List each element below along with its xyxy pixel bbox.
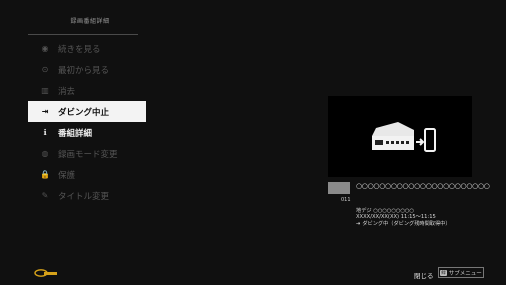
menu-item-record-mode[interactable]: ◍ 録画モード変更 <box>28 143 146 164</box>
menu-item-protect[interactable]: 🔒 保護 <box>28 164 146 185</box>
menu-item-label: ダビング中止 <box>58 107 110 118</box>
program-preview <box>328 96 472 177</box>
dubbing-status-text: ダビング中（ダビング残時間取得中） <box>362 220 451 227</box>
play-from-start-icon: ⊙ <box>41 65 49 74</box>
record-mode-icon: ◍ <box>41 149 49 158</box>
menu-item-delete[interactable]: ▥ 消去 <box>28 80 146 101</box>
menu-item-play-from-start[interactable]: ⊙ 最初から見る <box>28 59 146 80</box>
program-thumbnail <box>328 182 350 194</box>
info-icon: ℹ <box>43 128 47 137</box>
menu-title: 録画番組詳細 <box>70 18 110 25</box>
menu-item-label: 最初から見る <box>58 65 110 76</box>
dubbing-icon: ⇥ <box>356 220 361 227</box>
menu-item-rename[interactable]: ✎ タイトル変更 <box>28 185 146 206</box>
dubbing-device-icon <box>372 122 436 152</box>
dubbing-icon: ⇥ <box>41 107 49 116</box>
dubbing-status: ⇥ ダビング中（ダビング残時間取得中） <box>356 221 451 227</box>
resume-icon: ◉ <box>41 44 49 53</box>
green-key-icon: 緑 <box>440 269 447 276</box>
sub-menu-label: サブメニュー <box>448 270 482 277</box>
lock-icon: 🔒 <box>40 170 50 179</box>
context-menu: ◉ 続きを見る ⊙ 最初から見る ▥ 消去 ⇥ ダビング中止 ℹ 番組詳細 ◍ … <box>28 38 146 206</box>
sub-menu-button[interactable]: 緑 サブメニュー <box>438 267 484 278</box>
pencil-icon: ✎ <box>41 191 49 200</box>
menu-item-label: 録画モード変更 <box>58 149 118 160</box>
menu-item-program-details[interactable]: ℹ 番組詳細 <box>28 122 146 143</box>
menu-item-stop-dubbing[interactable]: ⇥ ダビング中止 <box>28 101 146 122</box>
menu-item-resume[interactable]: ◉ 続きを見る <box>28 38 146 59</box>
menu-item-label: 番組詳細 <box>58 128 93 139</box>
menu-item-label: 保護 <box>58 170 76 181</box>
menu-item-label: 続きを見る <box>58 44 101 55</box>
program-info: 地デジ ○○○○○○○○○ XXXX/XX/XX(XX) 11:15〜11:15… <box>356 208 451 227</box>
brand-logo <box>34 269 57 277</box>
program-title: ○○○○○○○○○○○○○○○○○○○○○○○ <box>356 182 490 190</box>
trash-icon: ▥ <box>41 86 49 95</box>
menu-item-label: タイトル変更 <box>58 191 110 202</box>
menu-title-divider <box>28 34 138 35</box>
close-button[interactable]: 閉じる <box>414 270 434 280</box>
menu-item-label: 消去 <box>58 86 76 97</box>
channel-number: 011 <box>341 197 351 203</box>
